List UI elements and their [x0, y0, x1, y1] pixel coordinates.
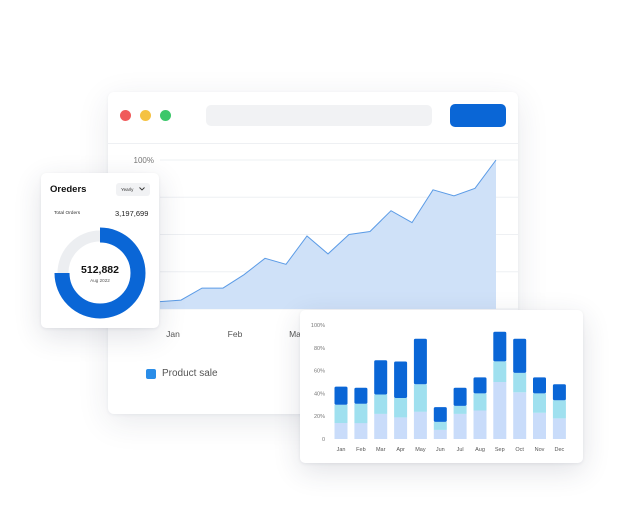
x-tick-label: Nov: [535, 447, 545, 453]
bar-segment-top: [334, 386, 348, 405]
bar-segment-top: [533, 377, 546, 394]
y-tick-label: 40%: [314, 391, 325, 397]
bar-segment-bottom: [354, 423, 368, 439]
close-window-button[interactable]: [120, 110, 131, 121]
y-tick-label: 60%: [314, 369, 325, 375]
bar-segment-bottom: [473, 410, 487, 439]
bar-segment-middle: [354, 403, 368, 424]
bar-segment-top: [453, 387, 467, 406]
bar-segment-bottom: [493, 382, 507, 439]
y-tick-label: 100%: [311, 323, 325, 329]
bar-segment-middle: [334, 404, 348, 423]
bar-segment-bottom: [513, 392, 527, 439]
bar-segment-top: [552, 384, 566, 401]
x-tick-label: Jun: [436, 447, 445, 453]
y-tick-label: 100%: [134, 156, 154, 165]
bar-segment-top: [394, 361, 408, 398]
x-tick-label: Sep: [495, 447, 505, 453]
monthly-bar-chart-card: 0 20% 40% 60% 80% 100% Jan Feb Mar Apr May Jun Jul Au…: [300, 310, 583, 463]
x-tick-label: Dec: [555, 447, 565, 453]
address-bar[interactable]: [206, 105, 432, 126]
x-tick-label: Jul: [457, 447, 464, 453]
bar-segment-top: [473, 377, 487, 394]
bar-segment-middle: [394, 398, 408, 418]
bar-segment-middle: [552, 400, 566, 419]
x-tick-label: Aug: [475, 447, 485, 453]
x-tick-label: Oct: [515, 447, 524, 453]
bar-segment-middle: [533, 393, 546, 413]
x-tick-label: Apr: [396, 447, 405, 453]
bar-segment-middle: [413, 384, 427, 412]
monthly-stacked-bar-chart: 0 20% 40% 60% 80% 100% Jan Feb Mar Apr May Jun Jul Au…: [311, 323, 566, 453]
orders-card: Oreders Yearly Total Orders 3,197,699 51…: [41, 173, 159, 328]
browser-toolbar: [108, 92, 518, 144]
chart-legend: Product sale: [146, 368, 218, 379]
bar-segment-middle: [493, 361, 507, 382]
donut-center-value: 512,882: [81, 264, 119, 276]
primary-action-button[interactable]: [450, 104, 506, 127]
y-tick-label: 80%: [314, 346, 325, 352]
period-select[interactable]: Yearly: [116, 183, 150, 196]
bar-segment-bottom: [433, 429, 447, 439]
bar-segment-top: [374, 360, 388, 395]
legend-swatch: [146, 368, 156, 379]
bar-segment-middle: [433, 421, 447, 430]
bar-segment-bottom: [394, 417, 408, 439]
donut-center-date: Aug 2022: [90, 278, 110, 283]
period-select-value: Yearly: [121, 187, 134, 192]
total-orders-value: 3,197,699: [115, 209, 149, 218]
y-tick-label: 0: [322, 437, 325, 443]
x-tick-label: Jan: [166, 329, 180, 339]
bar-segment-bottom: [453, 413, 467, 439]
x-tick-label: Feb: [356, 447, 365, 453]
orders-title: Oreders: [50, 184, 87, 195]
bar-segment-top: [354, 387, 368, 404]
minimize-window-button[interactable]: [140, 110, 151, 121]
bar-segment-middle: [513, 372, 527, 393]
bar-segment-top: [493, 331, 507, 362]
bar-segment-middle: [453, 405, 467, 414]
x-tick-label: Mar: [376, 447, 386, 453]
x-tick-label: Feb: [228, 329, 243, 339]
bar-segment-bottom: [413, 411, 427, 439]
bar-segment-top: [413, 338, 427, 385]
bar-segment-bottom: [374, 413, 388, 439]
total-orders-label: Total Orders: [54, 211, 81, 216]
bar-segment-top: [513, 338, 527, 373]
bar-segment-middle: [374, 394, 388, 414]
maximize-window-button[interactable]: [160, 110, 171, 121]
bar-segment-bottom: [533, 412, 546, 439]
bar-segment-top: [433, 407, 447, 422]
bar-segment-middle: [473, 393, 487, 411]
bar-segment-bottom: [334, 423, 348, 439]
x-tick-label: Jan: [337, 447, 346, 453]
y-tick-label: 20%: [314, 414, 325, 420]
bar-segment-bottom: [552, 418, 566, 439]
x-tick-label: May: [415, 447, 426, 453]
chevron-down-icon: [139, 187, 145, 191]
legend-label: Product sale: [162, 368, 218, 379]
